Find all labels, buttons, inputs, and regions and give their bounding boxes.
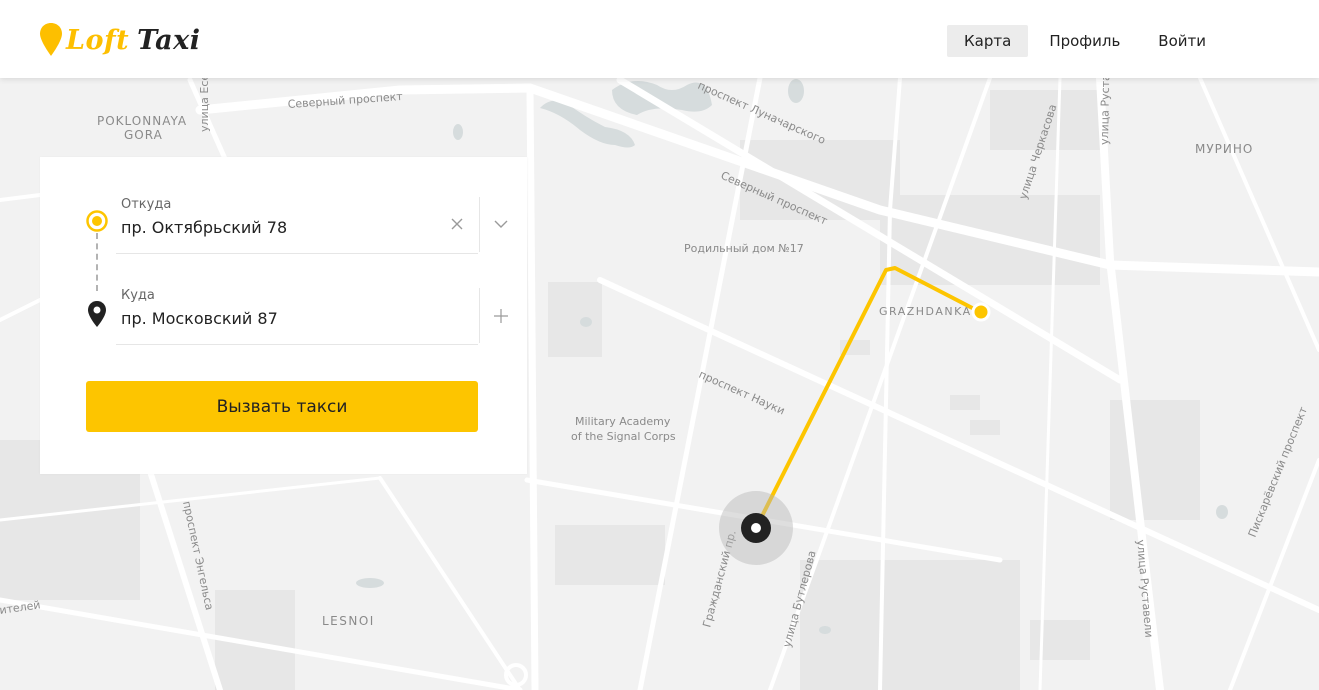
to-label: Куда: [121, 288, 155, 303]
nav-login[interactable]: Войти: [1141, 25, 1223, 57]
order-panel: Откуда пр. Октябрьский 78 Куда пр. Моско…: [40, 157, 527, 474]
street-label: улица Есенина: [198, 78, 211, 132]
location-pin-icon: [40, 23, 62, 56]
call-taxi-button[interactable]: Вызвать такси: [86, 381, 478, 432]
to-input[interactable]: пр. Московский 87: [121, 309, 278, 328]
poi-label: Родильный дом №17: [684, 242, 804, 255]
destination-pin-icon: [88, 301, 106, 327]
route-dash: [96, 233, 98, 291]
district-label: МУРИНО: [1195, 142, 1253, 156]
top-header: Loft Taxi Карта Профиль Войти: [0, 0, 1319, 78]
logo[interactable]: Loft Taxi: [38, 20, 200, 60]
logo-text: Loft Taxi: [66, 25, 200, 56]
logo-taxi: Taxi: [137, 24, 201, 56]
origin-icon: [86, 210, 108, 232]
poi-label: Military Academy: [575, 415, 671, 428]
district-label: POKLONNAYA: [97, 114, 187, 128]
to-field[interactable]: Куда пр. Московский 87: [116, 288, 508, 345]
logo-loft: Loft: [66, 24, 130, 56]
chevron-down-icon: [494, 220, 508, 228]
car-location-dot: [751, 523, 761, 533]
destination-marker: [971, 302, 991, 322]
street-label: улица Руставели: [1098, 78, 1113, 145]
nav-profile[interactable]: Профиль: [1032, 25, 1137, 57]
poi-label: of the Signal Corps: [571, 430, 676, 443]
district-label: LESNOI: [322, 614, 375, 628]
plus-icon: [494, 308, 508, 323]
from-field[interactable]: Откуда пр. Октябрьский 78: [116, 197, 508, 254]
from-input[interactable]: пр. Октябрьский 78: [121, 218, 287, 237]
add-stop-button[interactable]: [479, 288, 522, 343]
main-nav: Карта Профиль Войти: [943, 25, 1223, 57]
nav-map[interactable]: Карта: [947, 25, 1029, 57]
from-dropdown-toggle[interactable]: [479, 197, 522, 252]
from-label: Откуда: [121, 197, 172, 212]
close-icon[interactable]: [448, 215, 466, 233]
district-label: GORA: [124, 128, 163, 142]
district-label: GRAZHDANKA: [879, 305, 972, 318]
